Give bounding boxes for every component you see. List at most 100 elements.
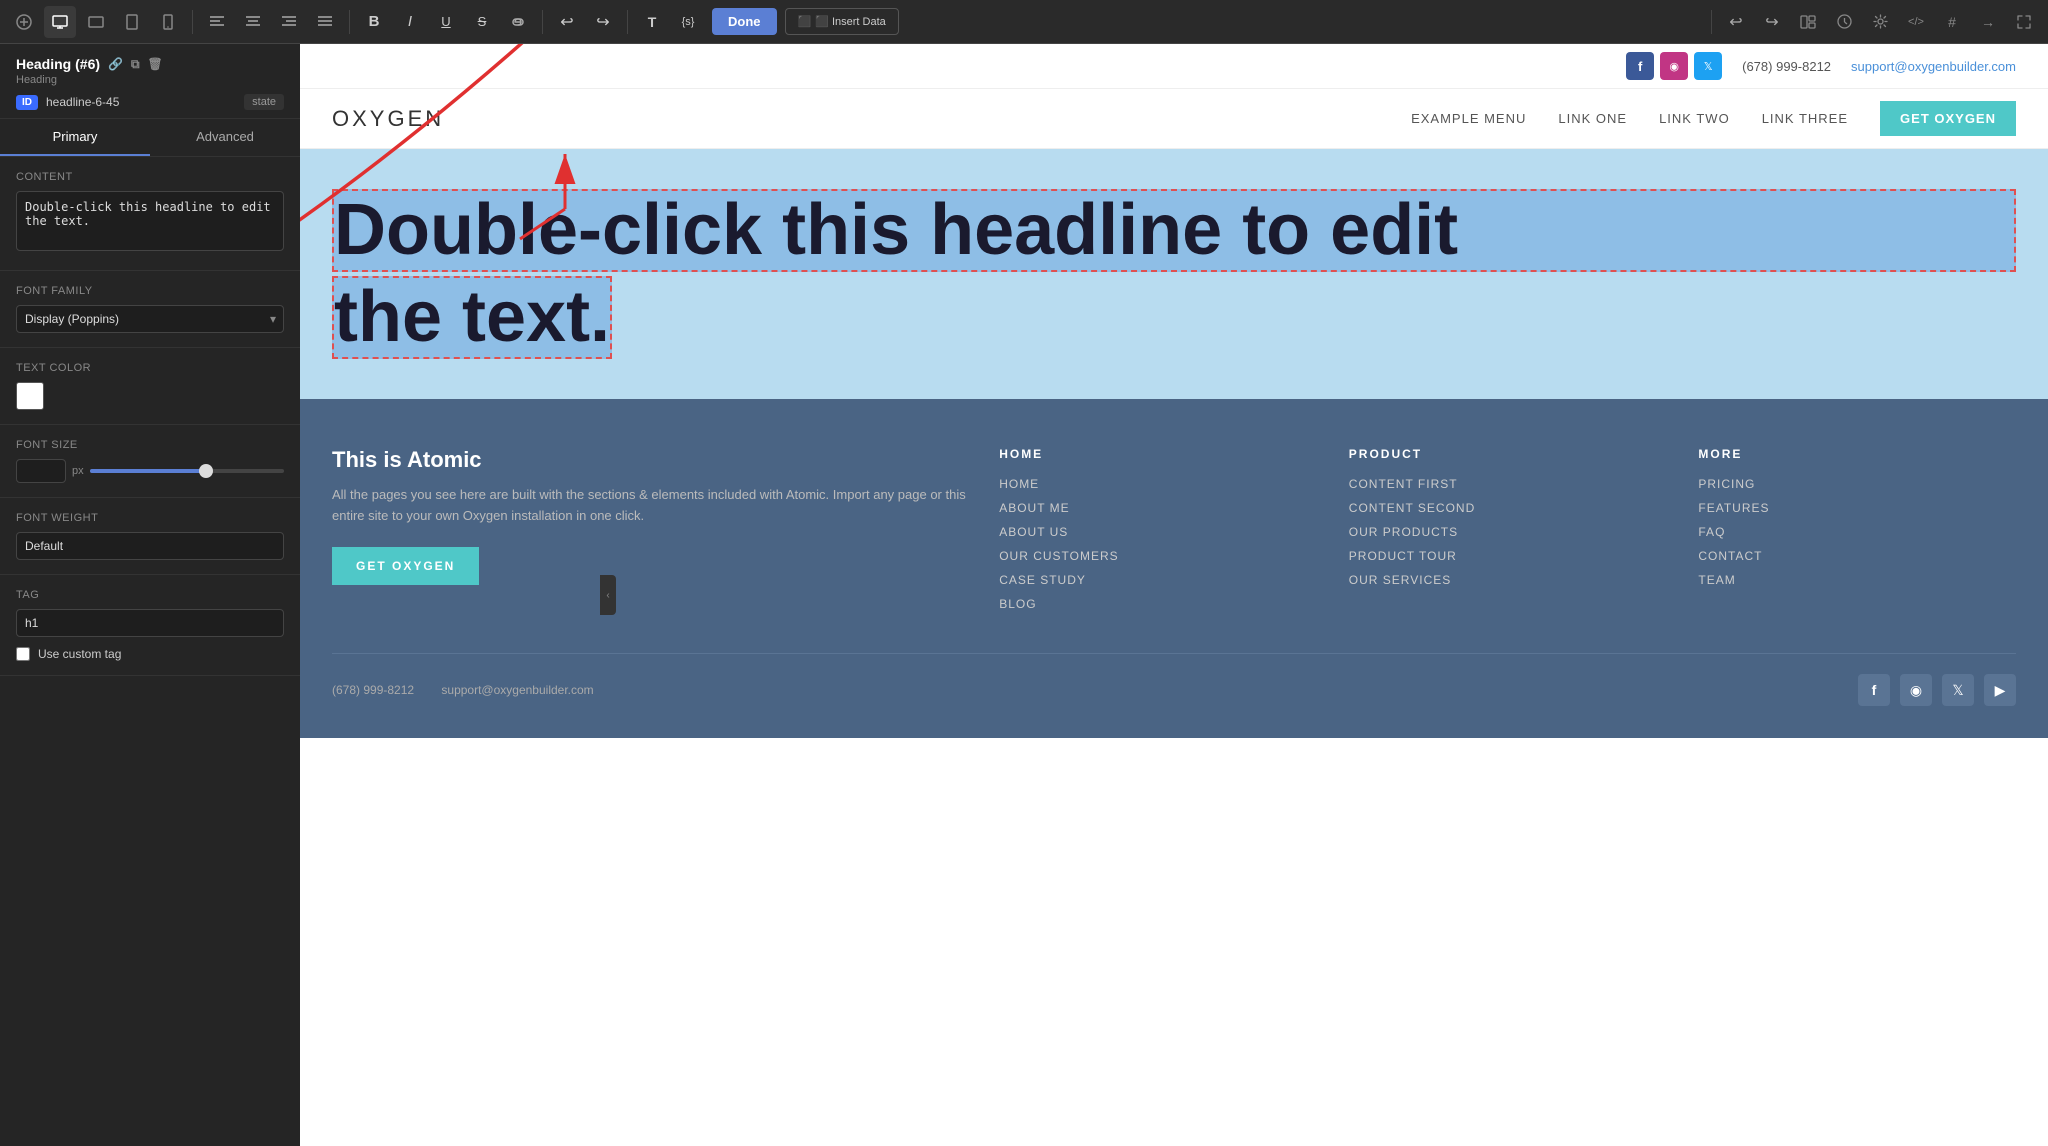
font-size-input[interactable]	[16, 459, 66, 483]
variable-button[interactable]: {s}	[672, 6, 704, 38]
hero-headline-line2[interactable]: the text.	[332, 276, 612, 359]
footer-facebook-icon[interactable]: f	[1858, 674, 1890, 706]
panel-id-row: ID headline-6-45 state	[16, 94, 284, 110]
footer-link-contact[interactable]: CONTACT	[1698, 549, 2016, 563]
nav-cta-button[interactable]: GET OXYGEN	[1880, 101, 2016, 136]
twitter-icon[interactable]: 𝕏	[1694, 52, 1722, 80]
font-family-select[interactable]: Display (Poppins)	[16, 305, 284, 333]
link-icon: 🔗	[108, 57, 123, 71]
footer-bottom-email[interactable]: support@oxygenbuilder.com	[441, 683, 593, 697]
footer-bottom: (678) 999-8212 support@oxygenbuilder.com…	[332, 653, 2016, 706]
text-color-section: Text Color	[0, 348, 300, 425]
content-textarea[interactable]	[16, 191, 284, 251]
align-center-button[interactable]	[237, 6, 269, 38]
footer-link-pricing[interactable]: PRICING	[1698, 477, 2016, 491]
footer-link-our-services[interactable]: OUR SERVICES	[1349, 573, 1667, 587]
footer-instagram-icon[interactable]: ◉	[1900, 674, 1932, 706]
duplicate-icon: ⧉	[131, 57, 140, 72]
footer-link-home[interactable]: HOME	[999, 477, 1317, 491]
nav-link-three[interactable]: LINK THREE	[1762, 111, 1848, 126]
facebook-icon[interactable]: f	[1626, 52, 1654, 80]
mobile-button[interactable]	[152, 6, 184, 38]
navigate-button[interactable]: →	[1972, 6, 2004, 38]
redo-right-button[interactable]: ↪	[1756, 6, 1788, 38]
text-color-swatch[interactable]	[16, 382, 44, 410]
font-size-slider[interactable]	[90, 469, 284, 473]
panel-collapse-button[interactable]: ‹	[600, 575, 616, 615]
instagram-icon[interactable]: ◉	[1660, 52, 1688, 80]
align-justify-button[interactable]	[309, 6, 341, 38]
strikethrough-button[interactable]: S	[466, 6, 498, 38]
hero-headline-line1[interactable]: Double-click this headline to edit	[332, 189, 2016, 272]
footer-link-content-second[interactable]: CONTENT SECOND	[1349, 501, 1667, 515]
footer-link-team[interactable]: TEAM	[1698, 573, 2016, 587]
tablet-portrait-button[interactable]	[116, 6, 148, 38]
hashtag-button[interactable]: #	[1936, 6, 1968, 38]
link-button[interactable]	[502, 6, 534, 38]
state-badge[interactable]: state	[244, 94, 284, 110]
clock-button[interactable]	[1828, 6, 1860, 38]
font-weight-select[interactable]: Default 400 700 900	[16, 532, 284, 560]
footer-link-blog[interactable]: BLOG	[999, 597, 1317, 611]
align-left-button[interactable]	[201, 6, 233, 38]
expand-button[interactable]	[2008, 6, 2040, 38]
toolbar-right-actions: ↩ ↪ </> # →	[1707, 6, 2040, 38]
footer-link-product-tour[interactable]: PRODUCT TOUR	[1349, 549, 1667, 563]
footer-link-our-products[interactable]: OUR PRODUCTS	[1349, 525, 1667, 539]
bold-button[interactable]: B	[358, 6, 390, 38]
tag-row: h1 h2 h3 p	[16, 609, 284, 637]
nav-link-example-menu[interactable]: EXAMPLE MENU	[1411, 111, 1526, 126]
text-format-button[interactable]: T	[636, 6, 668, 38]
social-icons-top: f ◉ 𝕏	[1626, 52, 1722, 80]
tag-label: Tag	[16, 589, 284, 601]
footer-link-faq[interactable]: FAQ	[1698, 525, 2016, 539]
settings-button[interactable]	[1864, 6, 1896, 38]
undo-button[interactable]: ↩	[551, 6, 583, 38]
tag-select[interactable]: h1 h2 h3 p	[16, 609, 284, 637]
tab-primary[interactable]: Primary	[0, 119, 150, 156]
tablet-landscape-button[interactable]	[80, 6, 112, 38]
font-weight-section: Font Weight Default 400 700 900	[0, 498, 300, 575]
footer-link-about-me[interactable]: ABOUT ME	[999, 501, 1317, 515]
footer-youtube-icon[interactable]: ▶	[1984, 674, 2016, 706]
footer-brand-name: This is Atomic	[332, 447, 967, 473]
footer-twitter-icon[interactable]: 𝕏	[1942, 674, 1974, 706]
hero-headline-text-line1: Double-click this headline to edit	[334, 190, 1458, 270]
site-logo: OXYGEN	[332, 106, 444, 132]
custom-tag-label[interactable]: Use custom tag	[38, 647, 121, 661]
font-size-unit: px	[72, 465, 84, 477]
footer-col1-title: HOME	[999, 447, 1317, 461]
footer-brand-col: This is Atomic All the pages you see her…	[332, 447, 967, 621]
custom-tag-checkbox[interactable]	[16, 647, 30, 661]
text-color-label: Text Color	[16, 362, 284, 374]
footer-link-case-study[interactable]: CASE STUDY	[999, 573, 1317, 587]
add-element-button[interactable]	[8, 6, 40, 38]
footer-link-content-first[interactable]: CONTENT FIRST	[1349, 477, 1667, 491]
slider-thumb[interactable]	[199, 464, 213, 478]
footer-cta-button[interactable]: GET OXYGEN	[332, 547, 479, 585]
redo-button[interactable]: ↪	[587, 6, 619, 38]
panel-header: Heading (#6) 🔗 ⧉ 🗑 Heading ID headline-6…	[0, 44, 300, 119]
layout-button[interactable]	[1792, 6, 1824, 38]
history-button[interactable]: ↩	[1720, 6, 1752, 38]
italic-button[interactable]: I	[394, 6, 426, 38]
topbar-email[interactable]: support@oxygenbuilder.com	[1851, 59, 2016, 74]
footer-link-customers[interactable]: OUR CUSTOMERS	[999, 549, 1317, 563]
nav-link-one[interactable]: LINK ONE	[1558, 111, 1627, 126]
insert-data-button[interactable]: ⬛ ⬛ Insert Data	[785, 8, 899, 35]
footer-bottom-contact: (678) 999-8212 support@oxygenbuilder.com	[332, 683, 594, 697]
font-size-row: px	[16, 459, 284, 483]
tab-advanced[interactable]: Advanced	[150, 119, 300, 156]
code-button[interactable]: </>	[1900, 6, 1932, 38]
footer-link-about-us[interactable]: ABOUT US	[999, 525, 1317, 539]
align-right-button[interactable]	[273, 6, 305, 38]
nav-link-two[interactable]: LINK TWO	[1659, 111, 1730, 126]
site-footer: This is Atomic All the pages you see her…	[300, 399, 2048, 738]
underline-button[interactable]: U	[430, 6, 462, 38]
done-button[interactable]: Done	[712, 8, 777, 35]
left-panel: Heading (#6) 🔗 ⧉ 🗑 Heading ID headline-6…	[0, 44, 300, 1146]
tag-section: Tag h1 h2 h3 p Use custom tag	[0, 575, 300, 676]
footer-link-features[interactable]: FEATURES	[1698, 501, 2016, 515]
footer-col2-title: PRODUCT	[1349, 447, 1667, 461]
desktop-view-button[interactable]	[44, 6, 76, 38]
